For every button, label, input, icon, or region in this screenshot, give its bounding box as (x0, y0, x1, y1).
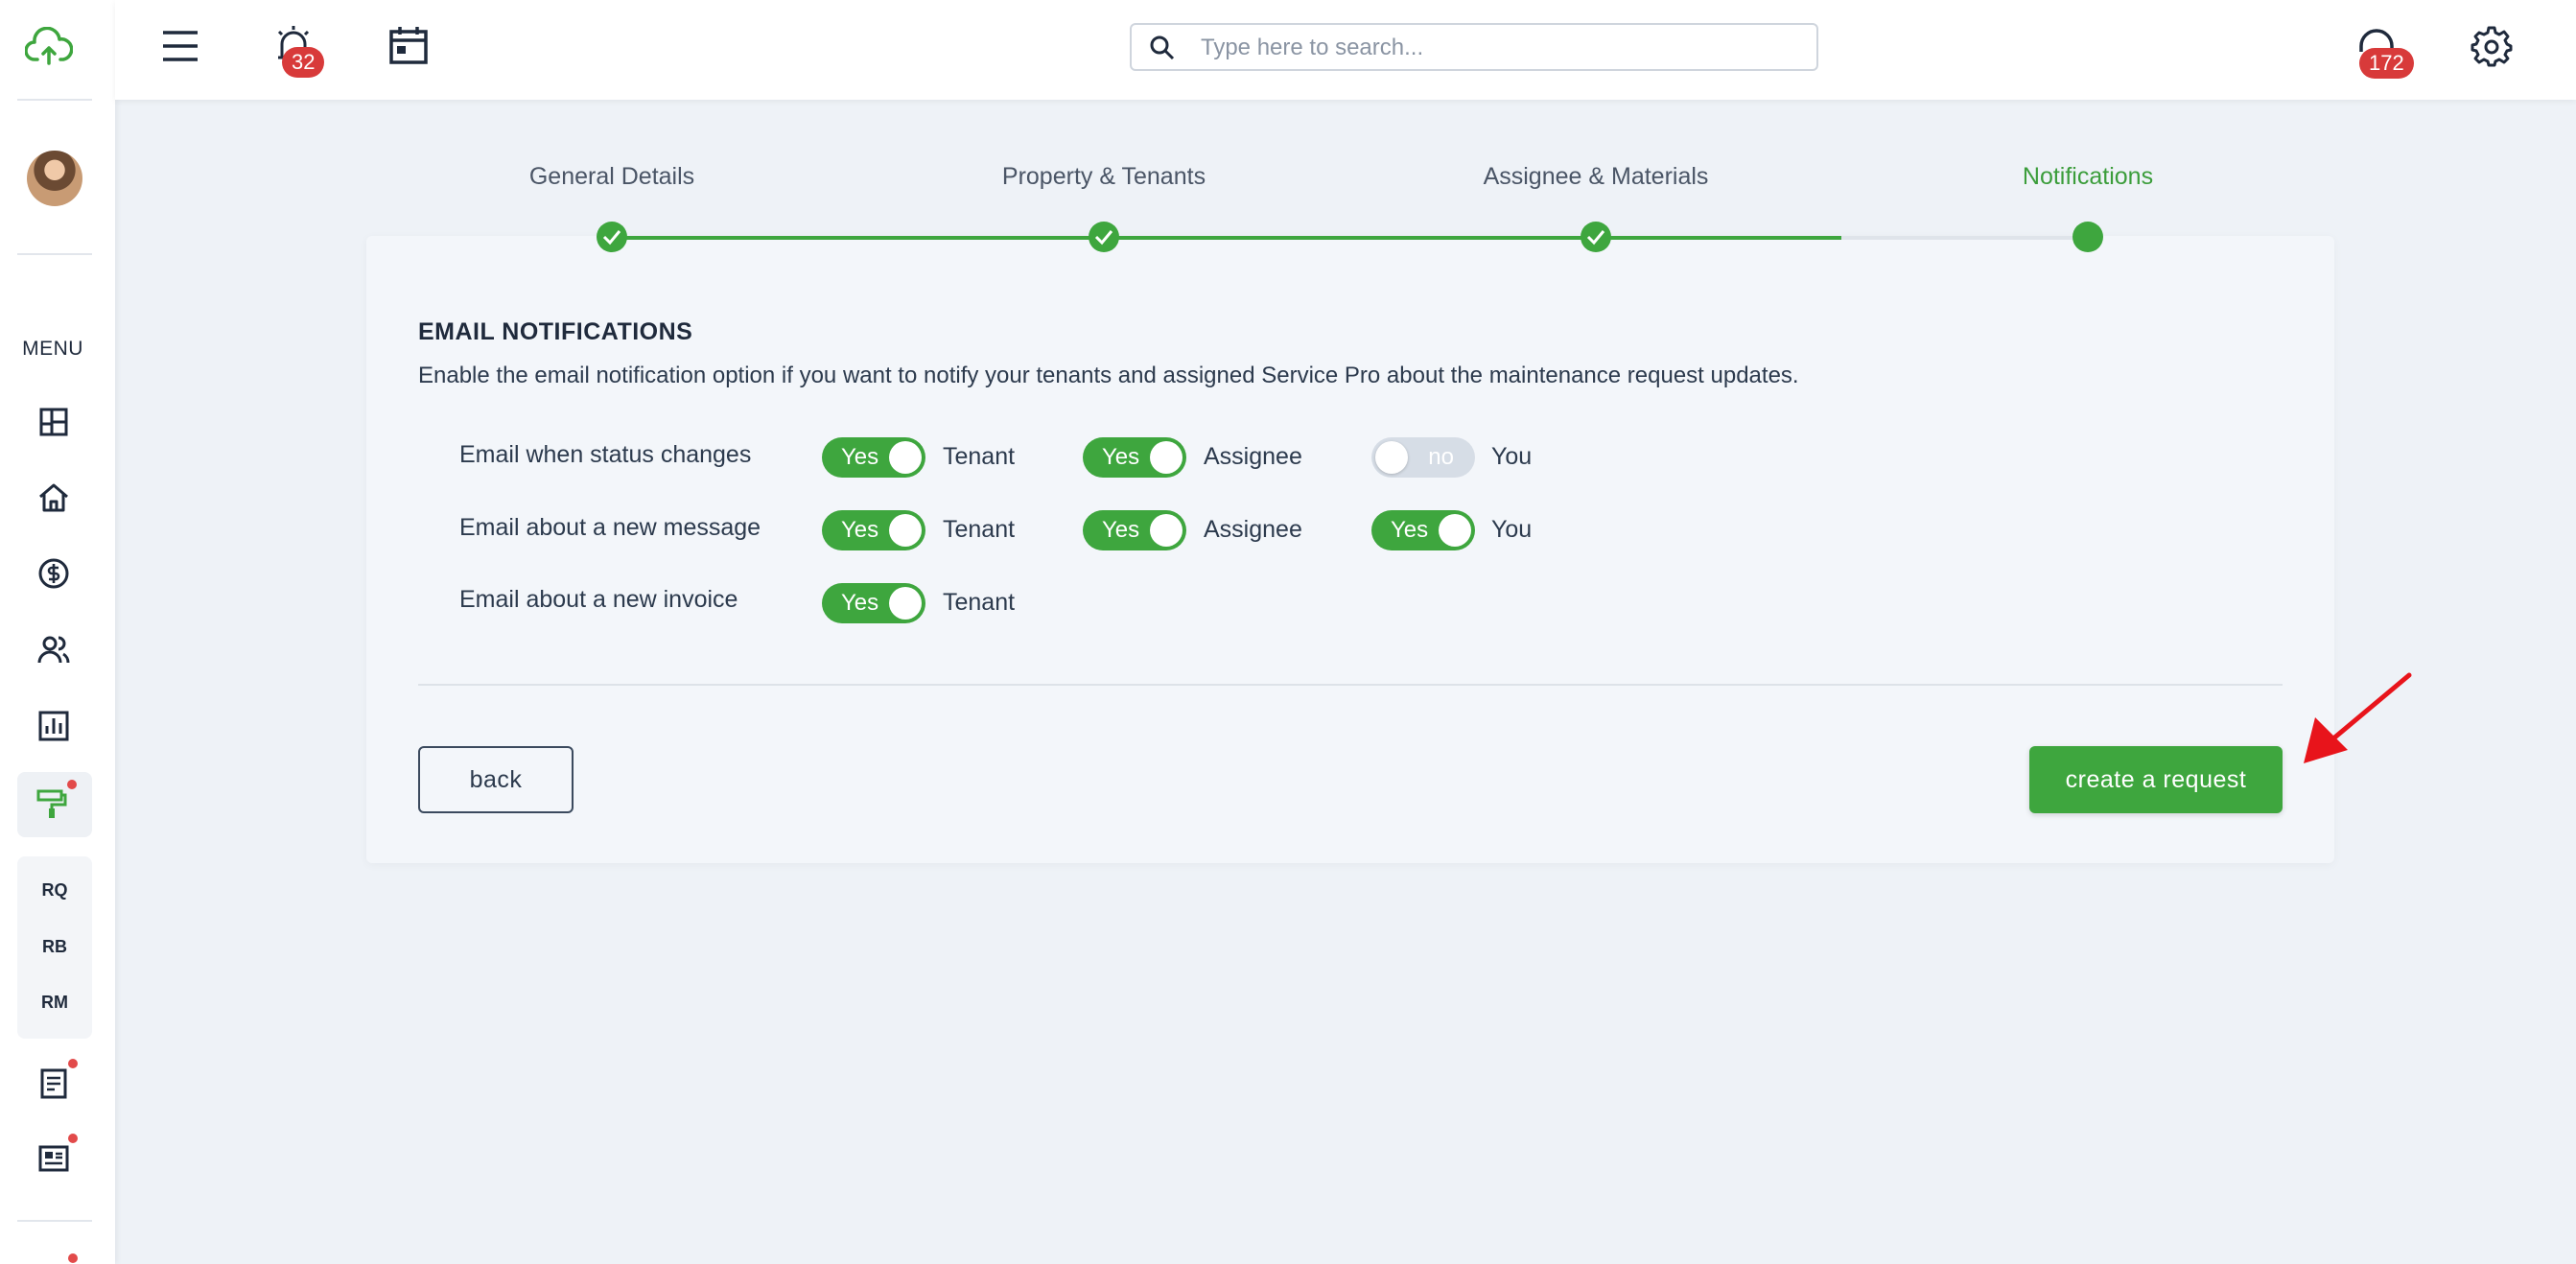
sidebar-divider (17, 1220, 92, 1222)
toggle-message-assignee[interactable]: Yes (1083, 510, 1186, 550)
toggle-knob (1439, 514, 1471, 547)
step-general-details[interactable]: General Details (420, 163, 804, 191)
toggle-invoice-tenant[interactable]: Yes (822, 583, 925, 623)
dollar-icon[interactable] (35, 554, 73, 593)
section-divider (418, 684, 2283, 686)
notification-dot (68, 1134, 78, 1143)
hamburger-menu-icon[interactable] (159, 25, 201, 67)
back-button[interactable]: back (418, 746, 574, 813)
notification-dot (68, 1253, 78, 1263)
paint-roller-icon (36, 789, 67, 818)
toggle-state: Yes (841, 517, 879, 543)
calendar-icon[interactable] (387, 25, 430, 67)
row-label-new-invoice: Email about a new invoice (459, 586, 738, 613)
create-request-button[interactable]: create a request (2029, 746, 2283, 813)
checkmark-icon (1586, 230, 1605, 246)
alarm-count-badge: 32 (282, 47, 325, 78)
notification-dot (68, 1059, 78, 1068)
toggle-target-label: You (1491, 443, 1533, 470)
toggle-knob (1150, 441, 1183, 474)
search-icon (1150, 35, 1175, 60)
home-icon[interactable] (35, 479, 73, 517)
sidebar-item-rb[interactable]: RB (17, 937, 92, 957)
support-count-badge: 172 (2359, 48, 2414, 79)
step-property-tenants[interactable]: Property & Tenants (912, 163, 1296, 191)
row-label-new-message: Email about a new message (459, 514, 761, 541)
menu-label: MENU (22, 338, 83, 360)
dashboard-icon[interactable] (35, 403, 73, 441)
toggle-target-label: Tenant (943, 516, 1016, 543)
toggle-target-label: Assignee (1204, 516, 1302, 543)
toggle-knob (889, 514, 922, 547)
toggle-knob (1150, 514, 1183, 547)
toggle-state: Yes (841, 590, 879, 616)
sidebar: MENU RQ RB RM (0, 0, 115, 1264)
section-title: EMAIL NOTIFICATIONS (418, 318, 693, 345)
toggle-message-you[interactable]: Yes (1371, 510, 1475, 550)
sidebar-item-rq[interactable]: RQ (17, 880, 92, 901)
toggle-state: Yes (1102, 517, 1140, 543)
avatar[interactable] (27, 151, 82, 206)
gear-icon[interactable] (2471, 25, 2513, 67)
toggle-target-label: Tenant (943, 443, 1016, 470)
sidebar-item-rm[interactable]: RM (17, 993, 92, 1013)
step-complete-marker (1089, 222, 1119, 252)
toggle-knob (889, 587, 922, 620)
step-assignee-materials[interactable]: Assignee & Materials (1404, 163, 1788, 191)
toggle-state: Yes (841, 444, 879, 470)
toggle-status-assignee[interactable]: Yes (1083, 437, 1186, 478)
step-current-marker (2073, 222, 2103, 252)
search-box[interactable] (1130, 23, 1818, 71)
step-notifications[interactable]: Notifications (1896, 163, 2280, 191)
toggle-status-you[interactable]: no (1371, 437, 1475, 478)
cloud-upload-icon[interactable] (25, 27, 73, 71)
toggle-knob (889, 441, 922, 474)
toggle-state: no (1428, 444, 1454, 470)
checkmark-icon (1094, 230, 1113, 246)
toggle-target-label: You (1491, 516, 1533, 543)
sidebar-divider (17, 253, 92, 255)
notification-dot (67, 780, 77, 789)
toggle-state: Yes (1102, 444, 1140, 470)
row-label-status-changes: Email when status changes (459, 441, 752, 468)
stepper-progress-line (612, 236, 1841, 240)
news-icon[interactable] (35, 1139, 73, 1178)
sidebar-submenu: RQ RB RM (17, 856, 92, 1039)
sidebar-divider (17, 99, 92, 101)
toggle-message-tenant[interactable]: Yes (822, 510, 925, 550)
annotation-arrow-icon (2304, 672, 2412, 763)
toggle-target-label: Tenant (943, 589, 1016, 616)
users-icon[interactable] (35, 631, 73, 669)
stepper-remaining-line (1841, 236, 2087, 240)
top-bar: 32 172 (115, 0, 2576, 100)
section-description: Enable the email notification option if … (418, 363, 1799, 388)
step-complete-marker (597, 222, 627, 252)
search-input[interactable] (1199, 25, 1797, 71)
checkmark-icon (602, 230, 621, 246)
chart-icon[interactable] (35, 707, 73, 745)
toggle-state: Yes (1391, 517, 1429, 543)
document-icon[interactable] (35, 1065, 73, 1103)
toggle-status-tenant[interactable]: Yes (822, 437, 925, 478)
toggle-target-label: Assignee (1204, 443, 1302, 470)
sidebar-item-maintenance[interactable] (17, 772, 92, 837)
step-complete-marker (1581, 222, 1611, 252)
toggle-knob (1375, 441, 1408, 474)
